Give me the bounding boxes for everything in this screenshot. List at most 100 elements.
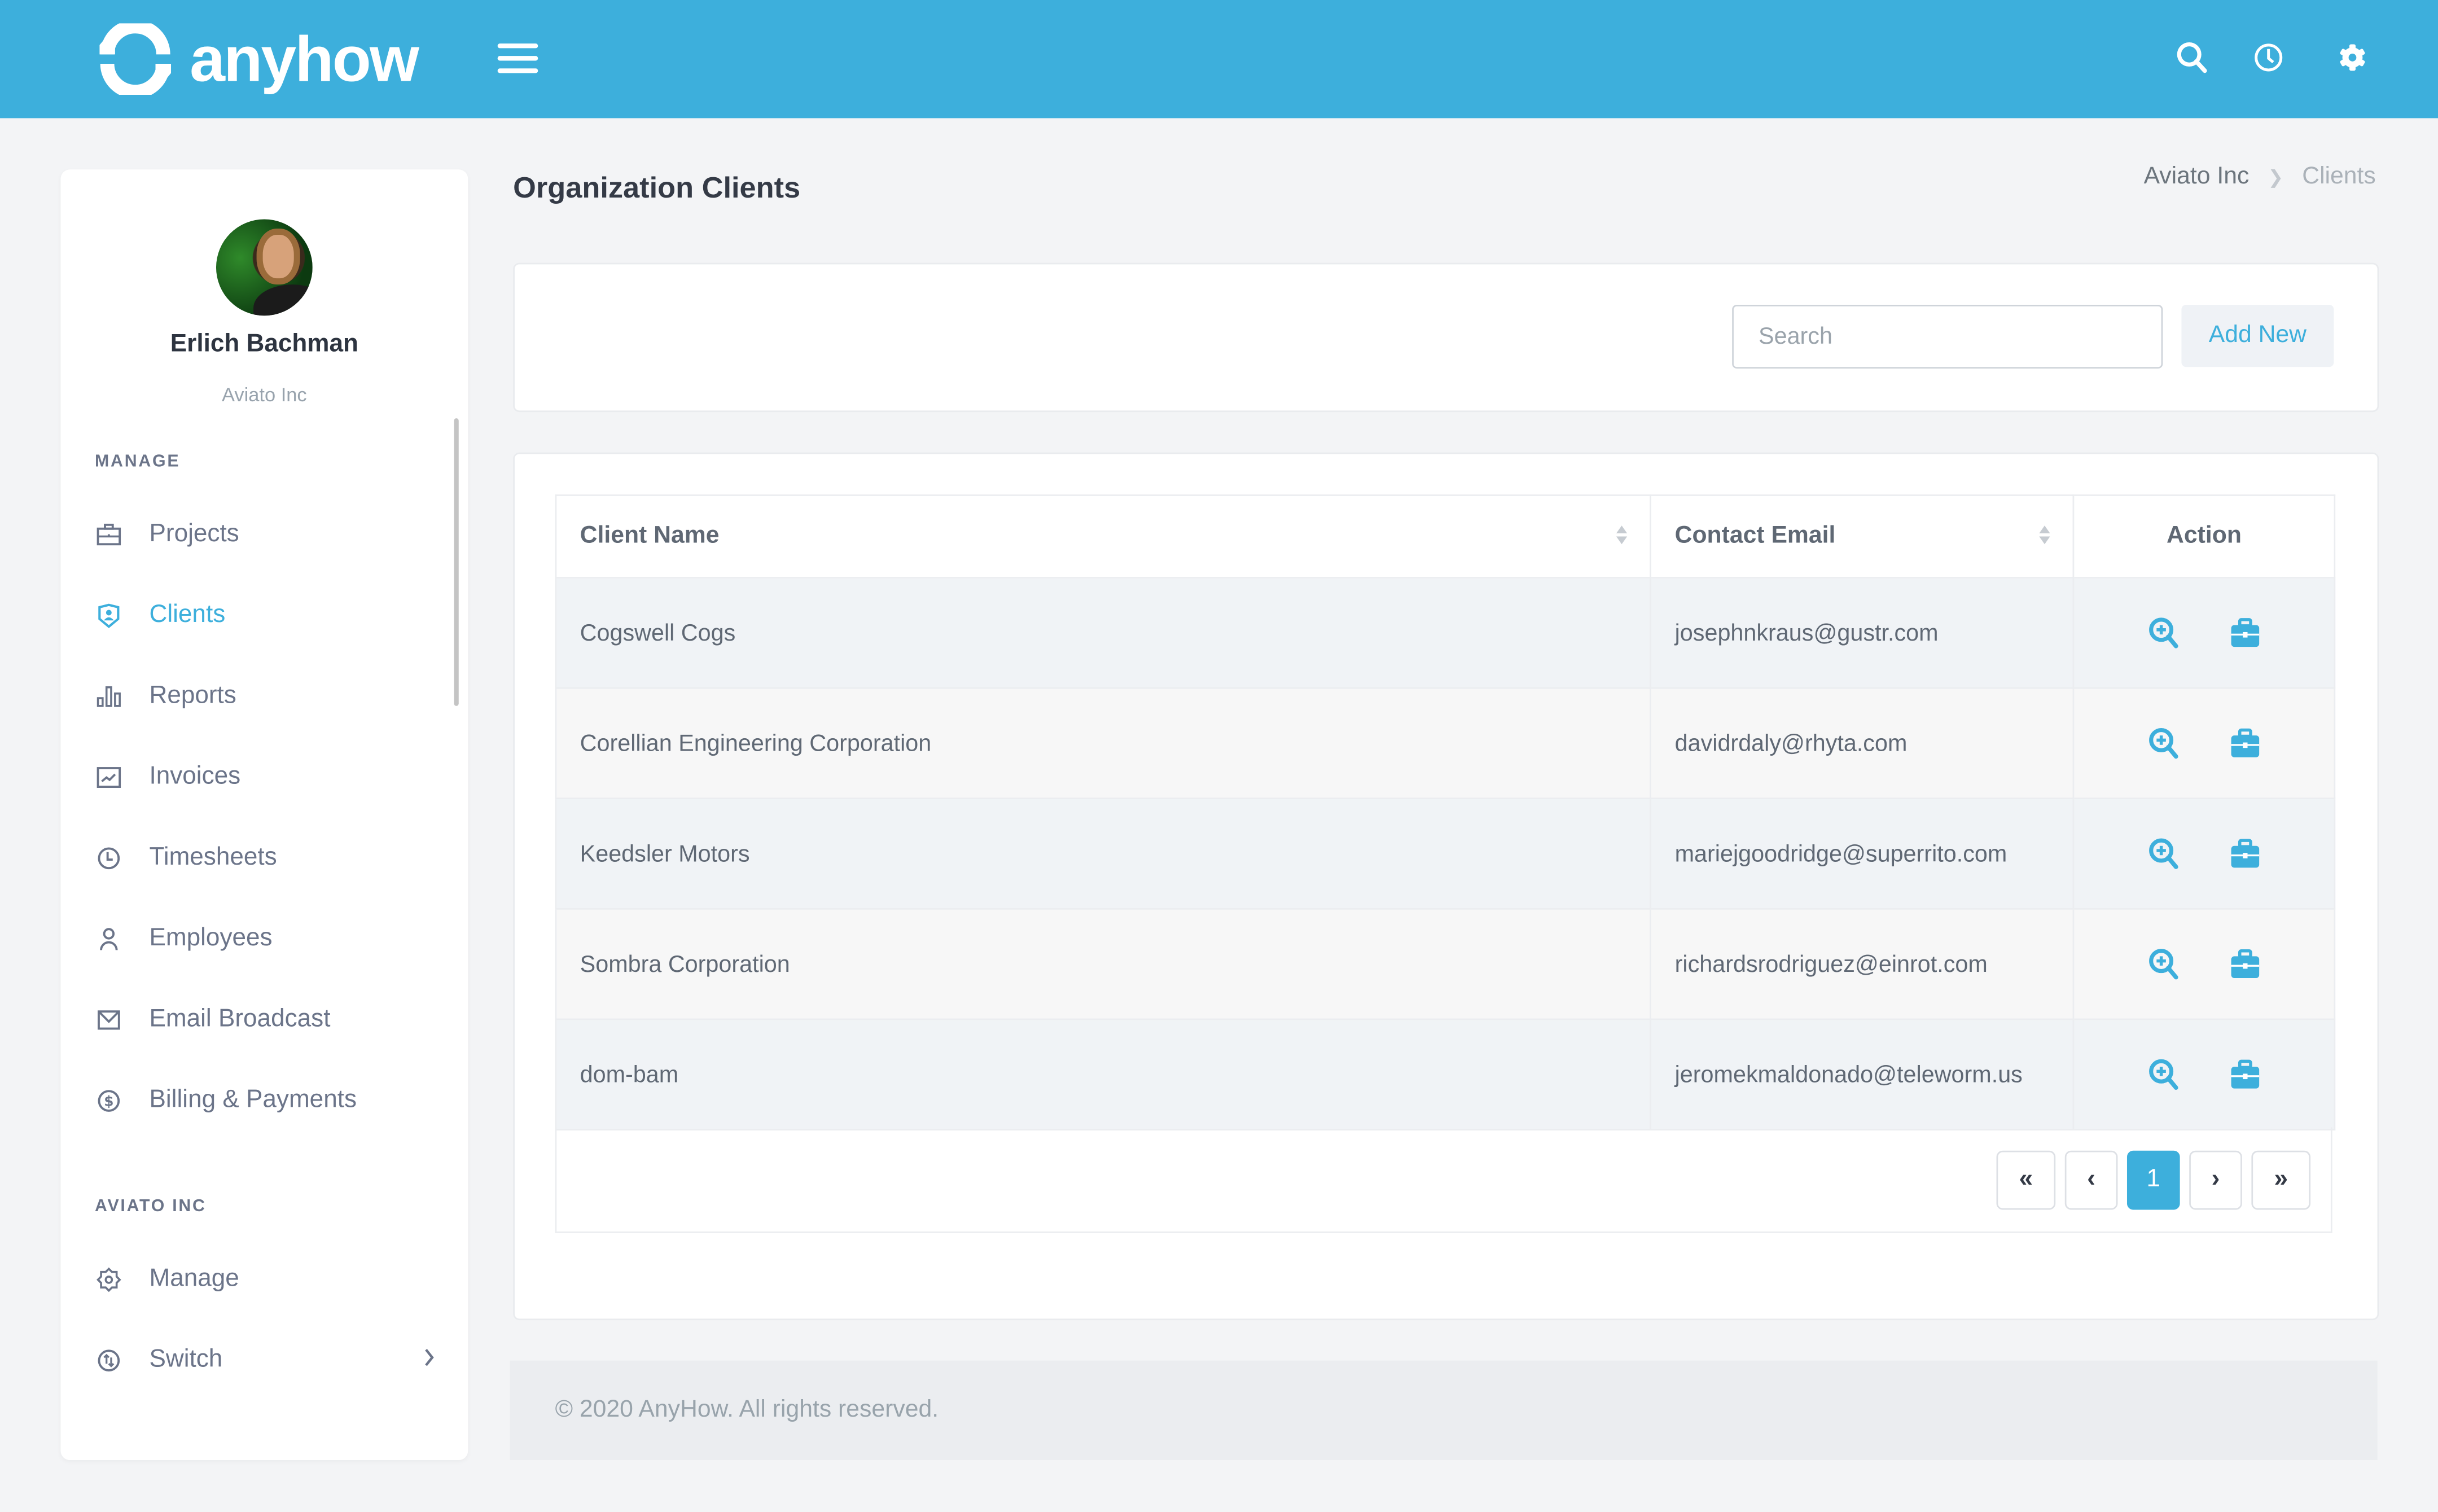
sidebar-item-label: Manage xyxy=(149,1265,239,1292)
svg-text:$: $ xyxy=(104,1093,113,1110)
sidebar-item-manage[interactable]: Manage xyxy=(95,1256,437,1303)
menu-toggle-button[interactable] xyxy=(497,43,538,74)
sidebar-item-label: Employees xyxy=(149,925,273,952)
clients-table-card: Client Name Contact Email Action Cogswel… xyxy=(513,452,2379,1321)
contact-email-cell: mariejgoodridge@superrito.com xyxy=(1650,797,2075,910)
table-row: Sombra Corporation richardsrodriguez@einr… xyxy=(555,908,2336,1020)
table-row: Keedsler Motors mariejgoodridge@superrito… xyxy=(555,797,2336,910)
projects-briefcase-icon[interactable] xyxy=(2227,616,2262,650)
projects-briefcase-icon[interactable] xyxy=(2227,1057,2262,1092)
logo-refresh-icon xyxy=(99,23,172,95)
view-details-icon[interactable] xyxy=(2147,836,2181,871)
logo-text: anyhow xyxy=(190,22,419,94)
top-navbar: anyhow xyxy=(0,0,2438,119)
action-cell xyxy=(2072,1018,2336,1130)
client-name-cell: Cogswell Cogs xyxy=(555,577,1652,689)
avatar-shoulders xyxy=(253,284,313,316)
column-header-label: Contact Email xyxy=(1674,522,1836,549)
action-cell xyxy=(2072,687,2336,800)
clock-icon xyxy=(95,844,123,873)
sort-icon[interactable] xyxy=(2038,524,2051,546)
client-name-cell: Keedsler Motors xyxy=(555,797,1652,910)
app-root: anyhow Erlich Bachman Aviato Inc MANAGE … xyxy=(0,0,2438,1511)
hamburger-line xyxy=(497,56,538,61)
sidebar-item-label: Billing & Payments xyxy=(149,1086,357,1114)
sort-icon[interactable] xyxy=(1616,524,1628,546)
sidebar-item-label: Reports xyxy=(149,682,236,709)
avatar[interactable] xyxy=(216,219,313,316)
add-new-button[interactable]: Add New xyxy=(2181,304,2334,367)
projects-briefcase-icon[interactable] xyxy=(2227,726,2262,761)
breadcrumb-separator-icon: ❯ xyxy=(2268,166,2284,189)
column-header-label: Client Name xyxy=(580,522,720,549)
sidebar-item-employees[interactable]: Employees xyxy=(95,916,437,963)
sidebar-scrollbar[interactable] xyxy=(454,418,459,706)
sidebar-item-timesheets[interactable]: Timesheets xyxy=(95,835,437,882)
sidebar-item-label: Projects xyxy=(149,520,239,547)
trend-chart-icon xyxy=(95,764,123,792)
sidebar-item-billing-payments[interactable]: $ Billing & Payments xyxy=(95,1077,437,1124)
sidebar-item-switch[interactable]: Switch xyxy=(95,1337,437,1384)
hamburger-line xyxy=(497,43,538,49)
contact-email-cell: richardsrodriguez@einrot.com xyxy=(1650,908,2075,1020)
action-cell xyxy=(2072,577,2336,689)
column-header-contact-email[interactable]: Contact Email xyxy=(1650,494,2075,578)
page-title: Organization Clients xyxy=(513,172,801,205)
footer-copyright: © 2020 AnyHow. All rights reserved. xyxy=(555,1396,939,1423)
avatar-face xyxy=(262,235,294,279)
view-details-icon[interactable] xyxy=(2147,1057,2181,1092)
sidebar-item-projects[interactable]: Projects xyxy=(95,511,437,558)
column-header-client-name[interactable]: Client Name xyxy=(555,494,1652,578)
search-input[interactable] xyxy=(1732,304,2163,369)
view-details-icon[interactable] xyxy=(2147,616,2181,650)
column-header-action: Action xyxy=(2072,494,2336,578)
dollar-circle-icon: $ xyxy=(95,1087,123,1115)
hamburger-line xyxy=(497,68,538,73)
bar-chart-icon xyxy=(95,682,123,711)
user-icon xyxy=(95,925,123,953)
mail-icon xyxy=(95,1006,123,1035)
breadcrumb: Aviato Inc ❯ Clients xyxy=(2144,163,2376,191)
breadcrumb-link-aviato-inc[interactable]: Aviato Inc xyxy=(2144,163,2250,191)
chevron-right-icon xyxy=(425,1349,434,1366)
client-name-cell: Sombra Corporation xyxy=(555,908,1652,1020)
sidebar-item-label: Switch xyxy=(149,1346,223,1373)
footer: © 2020 AnyHow. All rights reserved. xyxy=(510,1360,2378,1461)
sidebar-item-reports[interactable]: Reports xyxy=(95,673,437,720)
switch-arrows-icon xyxy=(95,1347,123,1375)
table-row: dom-bam jeromekmaldonado@teleworm.us xyxy=(555,1018,2336,1130)
user-org: Aviato Inc xyxy=(222,384,307,406)
clock-icon[interactable] xyxy=(2251,41,2286,75)
view-details-icon[interactable] xyxy=(2147,947,2181,981)
section-label-aviato-inc: AVIATO INC xyxy=(95,1197,207,1216)
search-icon[interactable] xyxy=(2175,41,2209,75)
projects-briefcase-icon[interactable] xyxy=(2227,836,2262,871)
sidebar-item-label: Clients xyxy=(149,602,226,629)
logo[interactable]: anyhow xyxy=(99,22,419,95)
client-name-cell: dom-bam xyxy=(555,1018,1652,1130)
view-details-icon[interactable] xyxy=(2147,726,2181,761)
projects-briefcase-icon[interactable] xyxy=(2227,947,2262,981)
sidebar: Erlich Bachman Aviato Inc MANAGE Project… xyxy=(60,169,468,1461)
sidebar-item-label: Invoices xyxy=(149,763,241,790)
table-header-row: Client Name Contact Email Action xyxy=(555,494,2336,578)
cog-icon xyxy=(95,1266,123,1294)
contact-email-cell: josephnkraus@gustr.com xyxy=(1650,577,2075,689)
action-cell xyxy=(2072,908,2336,1020)
clients-table: Client Name Contact Email Action Cogswel… xyxy=(555,494,2336,1130)
pagination-footer xyxy=(555,1127,2332,1233)
table-row: Cogswell Cogs josephnkraus@gustr.com xyxy=(555,577,2336,689)
gear-icon[interactable] xyxy=(2335,41,2370,75)
sidebar-item-invoices[interactable]: Invoices xyxy=(95,754,437,801)
section-label-manage: MANAGE xyxy=(95,452,181,471)
contact-email-cell: davidrdaly@rhyta.com xyxy=(1650,687,2075,800)
client-name-cell: Corellian Engineering Corporation xyxy=(555,687,1652,800)
shield-user-icon xyxy=(95,602,123,630)
sidebar-item-clients[interactable]: Clients xyxy=(95,593,437,639)
sidebar-item-label: Timesheets xyxy=(149,844,277,871)
sidebar-item-email-broadcast[interactable]: Email Broadcast xyxy=(95,997,437,1044)
briefcase-icon xyxy=(95,521,123,549)
table-body: Cogswell Cogs josephnkraus@gustr.com Corel… xyxy=(555,577,2336,1130)
action-cell xyxy=(2072,797,2336,910)
user-name: Erlich Bachman xyxy=(170,331,358,358)
